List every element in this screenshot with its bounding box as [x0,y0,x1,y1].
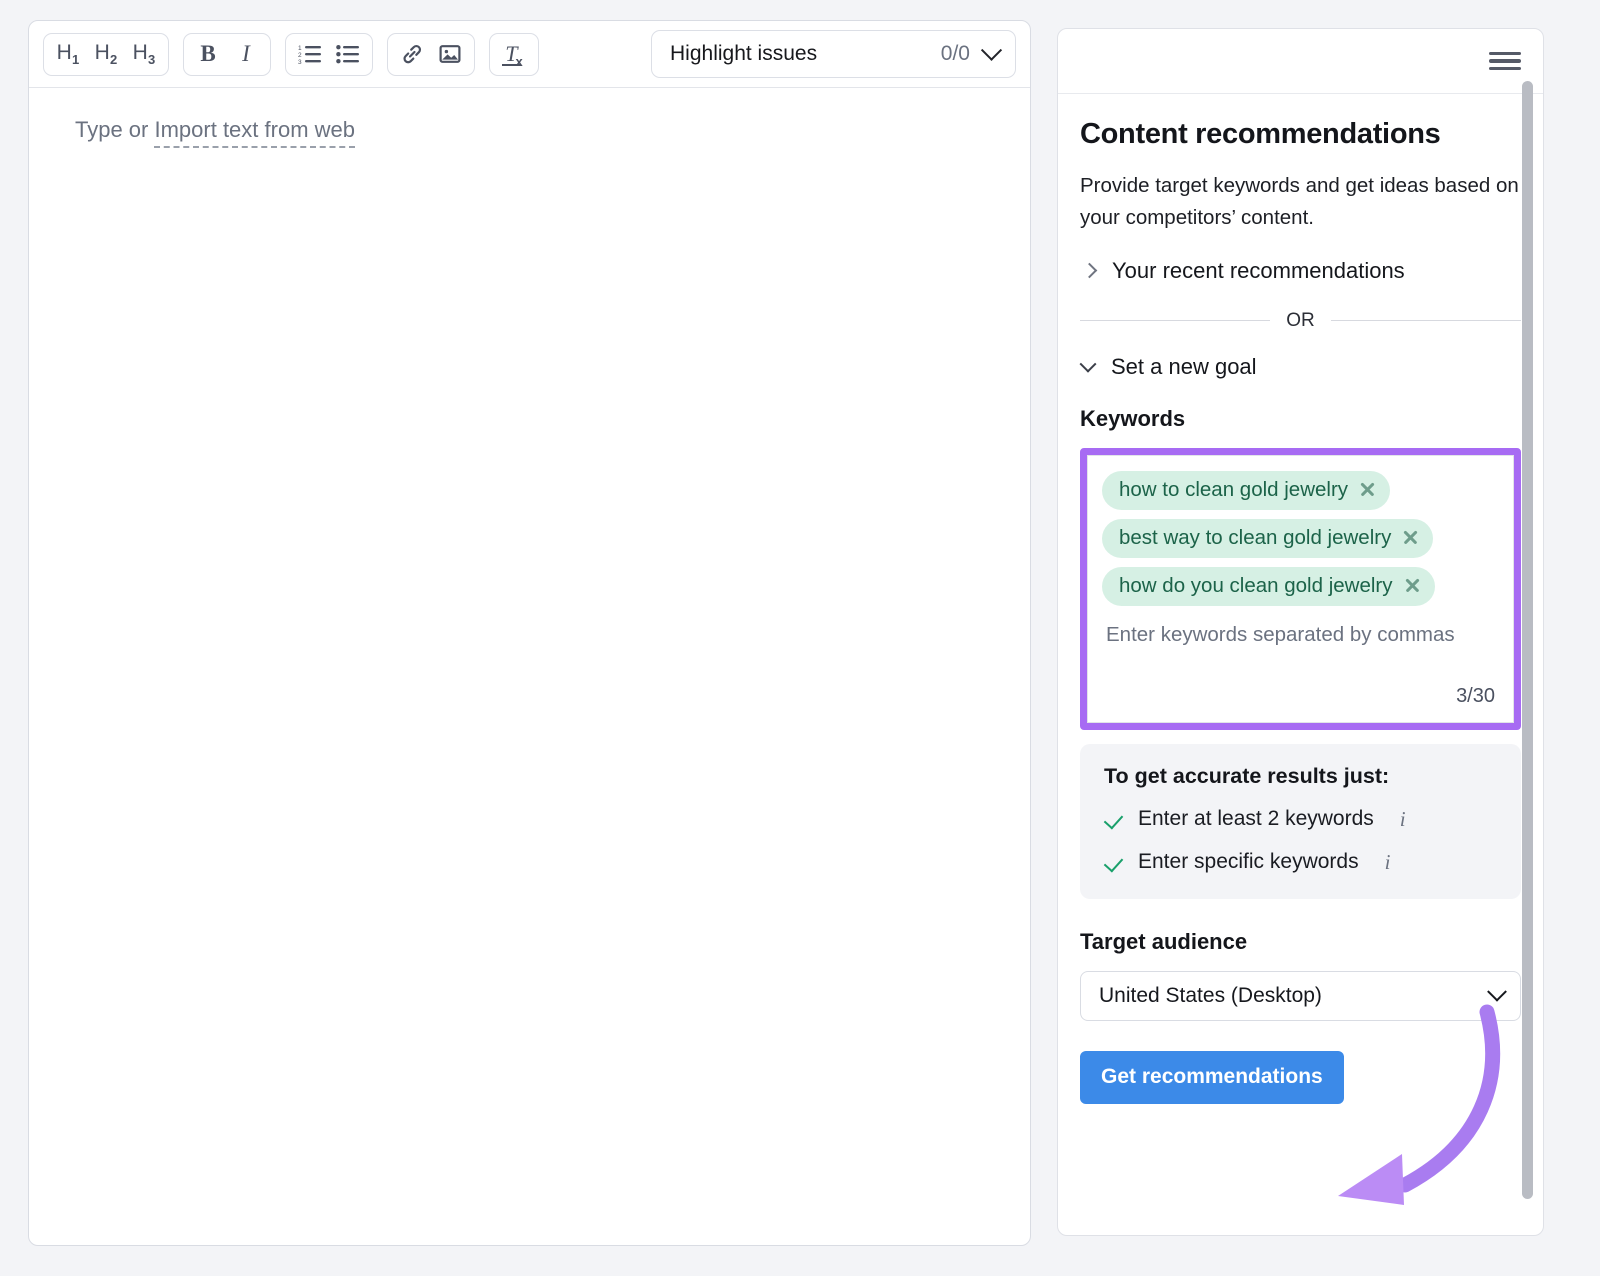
ordered-list-button[interactable]: 1 2 3 [291,36,329,73]
editor-toolbar: H1 H2 H3 B I 1 2 3 [29,21,1030,88]
insert-button-group [387,33,475,76]
clear-format-group: Tx [489,33,539,76]
highlight-issues-count: 0/0 [941,42,970,66]
hamburger-line [1489,67,1521,70]
get-recommendations-button[interactable]: Get recommendations [1080,1051,1344,1104]
divider-line-left [1080,320,1270,321]
editor-content-area[interactable]: Type or Import text from web [29,88,1030,145]
heading-3-label: H [133,41,148,64]
page-title: Content recommendations [1080,118,1521,151]
link-button[interactable] [393,36,431,73]
panel-header [1058,29,1543,94]
image-button[interactable] [431,36,469,73]
keyword-chip-label: how do you clean gold jewelry [1119,574,1393,598]
check-icon [1104,809,1124,829]
bullet-list-button[interactable] [329,36,367,73]
app-root: H1 H2 H3 B I 1 2 3 [0,0,1600,1276]
accuracy-tip-item: Enter at least 2 keywords i [1104,807,1497,832]
panel-body: Content recommendations Provide target k… [1058,94,1543,1235]
keyword-chip[interactable]: best way to clean gold jewelry [1102,519,1433,558]
heading-1-button[interactable]: H1 [49,36,87,73]
heading-button-group: H1 H2 H3 [43,33,169,76]
chevron-down-icon [1080,355,1097,372]
heading-3-button[interactable]: H3 [125,36,163,73]
target-audience-title: Target audience [1080,929,1521,955]
info-icon[interactable]: i [1400,807,1406,832]
keyword-chip-label: how to clean gold jewelry [1119,478,1348,502]
hamburger-line [1489,52,1521,55]
heading-2-sub: 2 [110,52,117,67]
clear-format-underline [502,64,521,66]
svg-text:3: 3 [298,59,302,65]
bullet-list-icon [336,43,360,65]
hamburger-menu-icon[interactable] [1489,49,1521,73]
text-editor-panel: H1 H2 H3 B I 1 2 3 [28,20,1031,1246]
clear-formatting-button[interactable]: Tx [495,36,533,73]
keywords-section-title: Keywords [1080,406,1521,432]
list-button-group: 1 2 3 [285,33,373,76]
info-icon[interactable]: i [1385,850,1391,875]
heading-3-sub: 3 [148,52,155,67]
target-audience-select[interactable]: United States (Desktop) [1080,971,1521,1021]
heading-2-button[interactable]: H2 [87,36,125,73]
italic-button[interactable]: I [227,36,265,73]
check-icon [1104,852,1124,872]
heading-1-label: H [57,41,72,64]
keyword-chip[interactable]: how do you clean gold jewelry [1102,567,1435,606]
import-text-from-web-link[interactable]: Import text from web [154,117,355,148]
keywords-input-area[interactable]: how to clean gold jewelry best way to cl… [1087,455,1514,723]
chevron-right-icon [1082,263,1098,279]
remove-keyword-icon[interactable] [1402,529,1419,546]
bold-button[interactable]: B [189,36,227,73]
keywords-counter: 3/30 [1102,685,1499,710]
highlight-issues-label: Highlight issues [670,42,817,66]
chevron-down-icon [981,39,1002,60]
target-audience-value: United States (Desktop) [1099,984,1322,1008]
recent-recommendations-label: Your recent recommendations [1112,258,1405,284]
hamburger-line [1489,59,1521,62]
keywords-input[interactable]: Enter keywords separated by commas [1102,615,1499,647]
ordered-list-icon: 1 2 3 [298,43,322,65]
content-recommendations-panel: Content recommendations Provide target k… [1057,28,1544,1236]
heading-1-sub: 1 [72,52,79,67]
recent-recommendations-accordion[interactable]: Your recent recommendations [1080,258,1521,284]
accuracy-tip-item: Enter specific keywords i [1104,850,1497,875]
accuracy-tips-title: To get accurate results just: [1104,764,1497,789]
heading-2-label: H [95,41,110,64]
panel-description: Provide target keywords and get ideas ba… [1080,170,1521,234]
remove-keyword-icon[interactable] [1359,481,1376,498]
text-style-button-group: B I [183,33,271,76]
editor-placeholder-prefix: Type or [75,117,154,142]
highlight-issues-select[interactable]: Highlight issues 0/0 [651,30,1016,78]
or-divider: OR [1080,310,1521,332]
remove-keyword-icon[interactable] [1404,577,1421,594]
chevron-down-icon [1487,981,1507,1001]
clear-format-sub: x [516,54,523,69]
keyword-chip-label: best way to clean gold jewelry [1119,526,1391,550]
set-new-goal-label: Set a new goal [1111,354,1257,380]
image-icon [438,42,462,66]
svg-text:1: 1 [298,45,302,52]
svg-text:2: 2 [298,52,302,59]
accuracy-tips-box: To get accurate results just: Enter at l… [1080,744,1521,899]
accuracy-tip-label: Enter at least 2 keywords [1138,807,1374,831]
editor-placeholder: Type or Import text from web [75,116,1030,145]
panel-scrollbar[interactable] [1522,81,1533,1199]
link-icon [400,42,424,66]
divider-line-right [1331,320,1521,321]
or-label: OR [1286,310,1315,332]
accuracy-tip-label: Enter specific keywords [1138,850,1359,874]
keyword-chip[interactable]: how to clean gold jewelry [1102,471,1390,510]
keywords-highlight-box: how to clean gold jewelry best way to cl… [1080,448,1521,730]
set-new-goal-accordion[interactable]: Set a new goal [1080,354,1521,380]
